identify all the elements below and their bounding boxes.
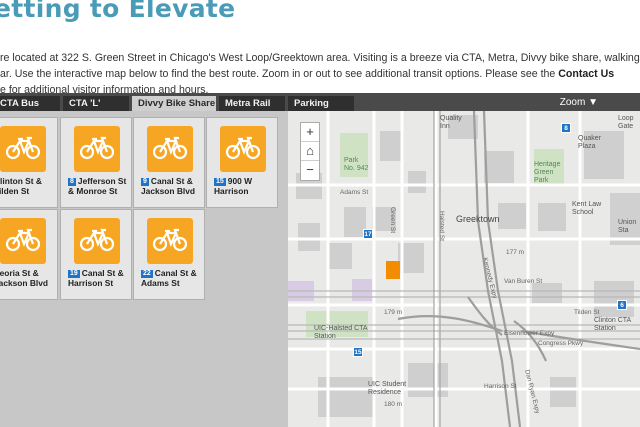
map-label-union-station: Union Sta [618, 219, 637, 234]
station-name: 15 900 W Harrison [214, 176, 253, 196]
map-label-heritage-green-park: Heritage Green Park [534, 161, 561, 184]
transit-widget: CTA Bus CTA 'L' Divvy Bike Share Metra R… [0, 93, 640, 427]
intro-text: re located at 322 S. Green Street in Chi… [0, 50, 640, 98]
bicycle-icon [147, 218, 193, 264]
map-label-greektown: Greektown [456, 214, 500, 224]
tab-bar: CTA Bus CTA 'L' Divvy Bike Share Metra R… [0, 93, 640, 111]
map-label-elevation: 179 m [384, 309, 403, 316]
station-card[interactable]: 8 Jefferson St & Monroe St [60, 117, 132, 208]
map-pin-station[interactable]: 8 [561, 123, 571, 133]
map-label-quaker-plaza: Quaker Plaza [578, 135, 601, 150]
station-name: 19 Canal St & Harrison St [68, 268, 124, 288]
intro-line-1: re located at 322 S. Green Street in Chi… [0, 52, 640, 64]
map-label-eisenhower-expy: Eisenhower Expy [504, 330, 555, 337]
map-label-uic-halsted-station: UIC-Halsted CTA Station [314, 325, 368, 340]
station-name: 22 Canal St & Adams St [141, 268, 197, 288]
page-title: etting to Elevate [0, 0, 236, 23]
tab-divvy-bike-share[interactable]: Divvy Bike Share [132, 96, 216, 111]
map-pin-station[interactable]: 17 [363, 229, 373, 239]
map-label-harrison-st: Harrison St [484, 383, 517, 390]
home-icon[interactable]: ⌂ [301, 142, 319, 161]
zoom-out-button[interactable]: − [301, 161, 319, 180]
elevate-location-marker[interactable] [386, 261, 400, 279]
bicycle-icon [0, 218, 46, 264]
station-number-badge: 9 [141, 178, 149, 186]
station-name: Clinton St & Tilden St [0, 176, 42, 196]
bicycle-icon [220, 126, 266, 172]
map-pin-station[interactable]: 15 [353, 347, 363, 357]
station-card[interactable]: Clinton St & Tilden St [0, 117, 58, 208]
station-name: Peoria St & Jackson Blvd [0, 268, 48, 288]
tab-cta-bus[interactable]: CTA Bus [0, 96, 60, 111]
station-card[interactable]: 22 Canal St & Adams St [133, 209, 205, 300]
map-label-uic-student-residence: UIC Student Residence [368, 381, 407, 396]
map-label-elevation: 180 m [384, 401, 403, 408]
map-label-kent-law-school: Kent Law School [572, 201, 602, 216]
station-card[interactable]: 15 900 W Harrison [206, 117, 278, 208]
station-name: 9 Canal St & Jackson Blvd [141, 176, 195, 196]
map-label-clinton-cta-station: Clinton CTA Station [594, 317, 631, 332]
map-zoom-control: + ⌂ − [300, 122, 320, 181]
station-card[interactable]: Peoria St & Jackson Blvd [0, 209, 58, 300]
zoom-in-button[interactable]: + [301, 123, 319, 142]
map-label-tilden-st: Tilden St [574, 309, 600, 316]
map-label-green-st: Green St [389, 207, 396, 234]
transit-map[interactable]: + ⌂ − 8 17 6 15 Quality Inn Quaker Plaza… [288, 111, 640, 427]
tab-parking[interactable]: Parking [288, 96, 354, 111]
map-label-elevation: 177 m [506, 249, 525, 256]
station-number-badge: 15 [214, 178, 226, 186]
station-number-badge: 19 [68, 270, 80, 278]
map-label-congress-pkwy: Congress Pkwy [538, 340, 584, 347]
station-number-badge: 22 [141, 270, 153, 278]
map-label-park-942: Park No. 942 [344, 157, 369, 172]
contact-us-link[interactable]: Contact Us [558, 68, 614, 80]
station-card[interactable]: 9 Canal St & Jackson Blvd [133, 117, 205, 208]
tab-cta-l[interactable]: CTA 'L' [63, 96, 129, 111]
bicycle-icon [147, 126, 193, 172]
station-number-badge: 8 [68, 178, 76, 186]
bicycle-icon [74, 218, 120, 264]
map-label-loop-gate: Loop Gate [618, 115, 634, 130]
station-name: 8 Jefferson St & Monroe St [68, 176, 127, 196]
intro-line-2: ar. Use the interactive map below to fin… [0, 68, 615, 80]
tab-metra-rail[interactable]: Metra Rail [219, 96, 285, 111]
bicycle-icon [0, 126, 46, 172]
zoom-toggle[interactable]: Zoom ▼ [560, 96, 598, 110]
map-base [288, 111, 640, 427]
map-label-halsted-st: Halsted St [438, 211, 445, 241]
map-label-adams-st: Adams St [340, 189, 369, 196]
bicycle-icon [74, 126, 120, 172]
map-label-van-buren-st: Van Buren St [504, 278, 543, 285]
map-pin-station[interactable]: 6 [617, 300, 627, 310]
map-label-quality-inn: Quality Inn [440, 115, 462, 130]
station-card[interactable]: 19 Canal St & Harrison St [60, 209, 132, 300]
